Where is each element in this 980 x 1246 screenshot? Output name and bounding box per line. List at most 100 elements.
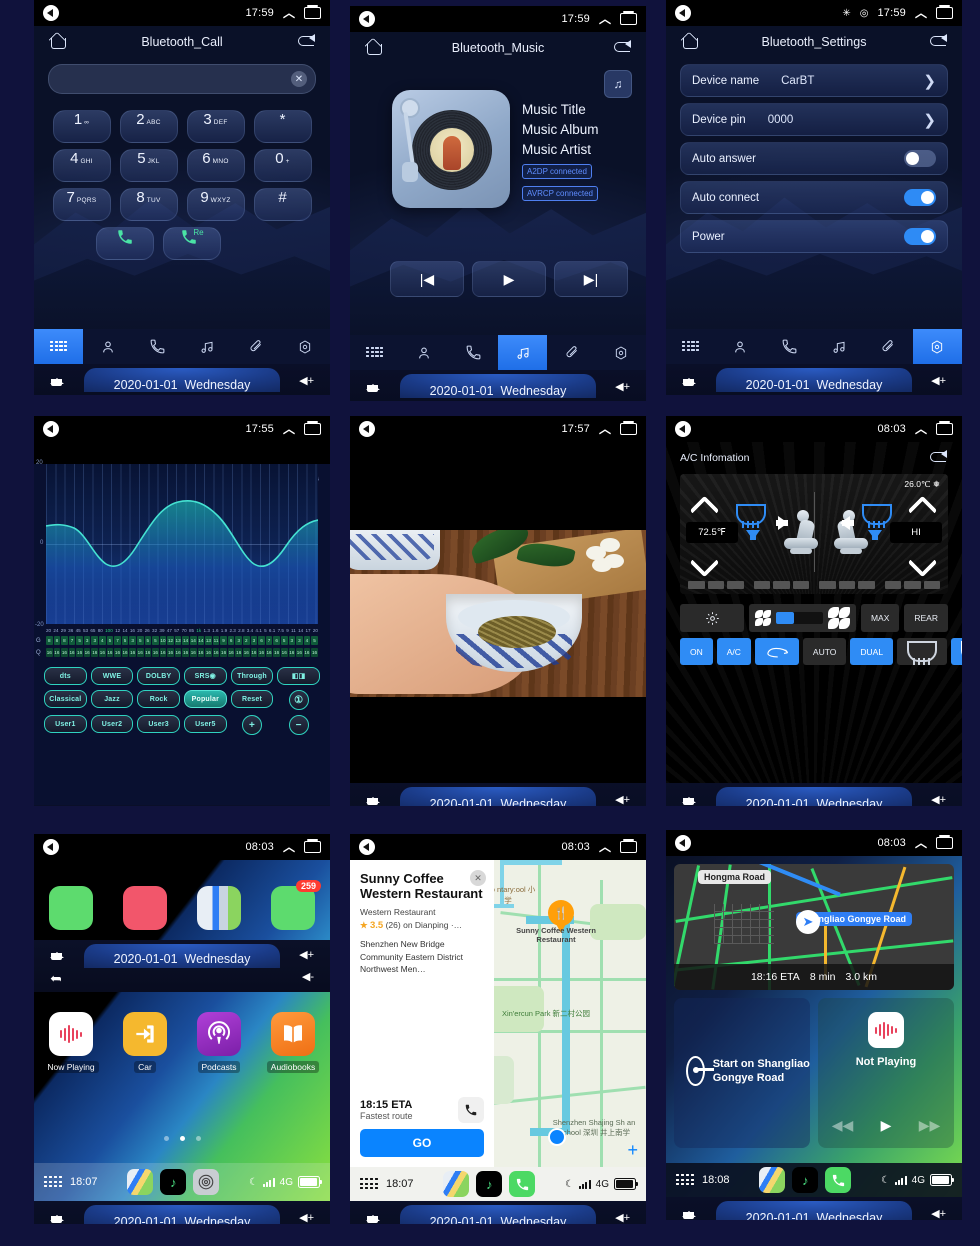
home-icon[interactable] [366, 793, 380, 805]
home-icon[interactable] [50, 33, 67, 49]
tab-dialpad[interactable] [350, 335, 399, 370]
eq-q-cell[interactable]: 16 [68, 648, 76, 657]
home-icon[interactable] [682, 33, 699, 49]
ac-dual-button[interactable]: DUAL [850, 638, 894, 665]
eq-q-cell[interactable]: 16 [243, 648, 250, 657]
chevron-up-icon[interactable]: ︿ [599, 423, 611, 435]
eq-q-cell[interactable]: 16 [174, 648, 182, 657]
setting-row-power[interactable]: Power [680, 220, 948, 253]
eq-gain-cell[interactable]: 7 [114, 636, 121, 645]
tab-link[interactable] [863, 329, 912, 364]
volume-up-button[interactable]: ◀+ [615, 380, 630, 393]
eq-q-cell[interactable]: 16 [114, 648, 121, 657]
preset-balance[interactable]: ◧◨ [277, 667, 320, 685]
system-back-icon[interactable] [359, 11, 375, 27]
eq-q-cell[interactable]: 16 [212, 648, 220, 657]
left-temp-down-button[interactable] [690, 558, 720, 572]
eq-q-cell[interactable]: 16 [91, 648, 99, 657]
recents-icon[interactable] [620, 421, 637, 435]
eq-q-cell[interactable]: 16 [265, 648, 273, 657]
eq-q-cell[interactable]: 16 [235, 648, 243, 657]
volume-up-button[interactable]: ◀+ [615, 793, 630, 806]
key-9[interactable]: 9 WXYZ [186, 188, 245, 221]
system-back-icon[interactable] [359, 421, 375, 437]
ac-max-button[interactable]: MAX [860, 604, 900, 632]
eq-gain-cell[interactable]: 5 [144, 636, 152, 645]
eq-gain-cell[interactable]: 8 [61, 636, 68, 645]
maps-content[interactable]: 🍴 Sunny Coffee Western Restaurant qiao n… [350, 860, 646, 1201]
dock-music-icon[interactable]: ♪ [792, 1167, 819, 1193]
increase-button[interactable]: + [241, 715, 262, 735]
app-grid-icon[interactable] [44, 1176, 62, 1188]
eq-q-cell[interactable]: 16 [250, 648, 258, 657]
setting-row-auto-answer[interactable]: Auto answer [680, 142, 948, 175]
system-back-icon[interactable] [675, 5, 691, 21]
key-star[interactable]: * [253, 110, 312, 143]
ac-recirculate-button[interactable] [754, 638, 799, 665]
setting-row-device-name[interactable]: Device name CarBT ❯ [680, 64, 948, 97]
eq-gain-cell[interactable]: 5 [152, 636, 159, 645]
close-icon[interactable]: ✕ [470, 870, 486, 886]
chevron-up-icon[interactable]: ︿ [915, 837, 927, 849]
auto-connect-toggle[interactable] [904, 189, 936, 206]
key-6[interactable]: 6 MNO [186, 149, 245, 182]
app-icon-phone[interactable]: 259 [271, 880, 321, 930]
preset-user1[interactable]: User1 [44, 715, 87, 733]
tab-dialpad[interactable] [666, 329, 715, 364]
eq-gain-cell[interactable]: 3 [288, 636, 296, 645]
app-car[interactable]: Car [123, 1012, 167, 1073]
preset-dts[interactable]: dts [44, 667, 87, 685]
eq-gain-cell[interactable]: 4 [303, 636, 311, 645]
home-icon[interactable] [50, 1211, 64, 1223]
recents-icon[interactable] [620, 839, 637, 853]
previous-button[interactable]: ◀◀ [832, 1117, 854, 1134]
key-4[interactable]: 4 GHI [52, 149, 111, 182]
dock-phone-icon[interactable] [509, 1171, 536, 1197]
eq-gain-cell[interactable]: 6 [273, 636, 280, 645]
volume-up-button[interactable]: ◀+ [299, 1211, 314, 1224]
dock-phone-icon[interactable] [825, 1167, 852, 1193]
play-button[interactable]: ▶ [881, 1117, 892, 1134]
ac-rear-button[interactable]: REAR [904, 604, 948, 632]
eq-gain-cell[interactable]: 3 [235, 636, 243, 645]
setting-row-device-pin[interactable]: Device pin 0000 ❯ [680, 103, 948, 136]
eq-q-cell[interactable]: 16 [280, 648, 288, 657]
recents-icon[interactable] [620, 11, 637, 25]
dock-music-icon[interactable]: ♪ [160, 1169, 187, 1195]
tab-music[interactable] [497, 335, 548, 370]
music-list-button[interactable]: ♫ [604, 70, 632, 98]
eq-gain-cell[interactable]: 3 [296, 636, 303, 645]
eq-q-cell[interactable]: 16 [121, 648, 129, 657]
tab-contacts[interactable] [83, 329, 132, 364]
ac-auto-button[interactable]: AUTO [802, 638, 847, 665]
eq-q-cell[interactable]: 16 [99, 648, 106, 657]
preset-jazz[interactable]: Jazz [90, 690, 134, 708]
eq-q-cell[interactable]: 16 [311, 648, 318, 657]
system-back-icon[interactable] [675, 835, 691, 851]
app-grid-icon[interactable] [360, 1178, 378, 1190]
volume-up-button[interactable]: ◀+ [615, 1211, 630, 1224]
tab-call-log[interactable] [765, 329, 814, 364]
auto-answer-toggle[interactable] [904, 150, 936, 167]
back-icon[interactable] [298, 34, 316, 48]
eq-q-cell[interactable]: 16 [152, 648, 159, 657]
tab-dialpad[interactable] [34, 329, 84, 364]
eq-q-cell[interactable]: 16 [167, 648, 174, 657]
chevron-up-icon[interactable]: ︿ [283, 423, 295, 435]
volume-down-button[interactable]: ◀- [302, 970, 314, 983]
volume-up-button[interactable]: ◀+ [299, 948, 314, 961]
dock-maps-icon[interactable] [127, 1169, 154, 1195]
dock-siri-icon[interactable] [193, 1169, 220, 1195]
app-podcasts[interactable]: Podcasts [197, 1012, 241, 1073]
eq-gain-cell[interactable]: 3 [129, 636, 136, 645]
preset-reset[interactable]: Reset [230, 690, 274, 708]
eq-gain-cell[interactable]: 13 [174, 636, 182, 645]
recents-icon[interactable] [936, 835, 953, 849]
go-button[interactable]: GO [360, 1129, 484, 1157]
eq-q-cell[interactable]: 16 [273, 648, 280, 657]
home-icon[interactable] [682, 793, 696, 805]
eq-q-cell[interactable]: 16 [220, 648, 227, 657]
tab-contacts[interactable] [715, 329, 764, 364]
dock-music-icon[interactable]: ♪ [476, 1171, 503, 1197]
return-arrow-icon[interactable]: ➦ [50, 970, 62, 987]
